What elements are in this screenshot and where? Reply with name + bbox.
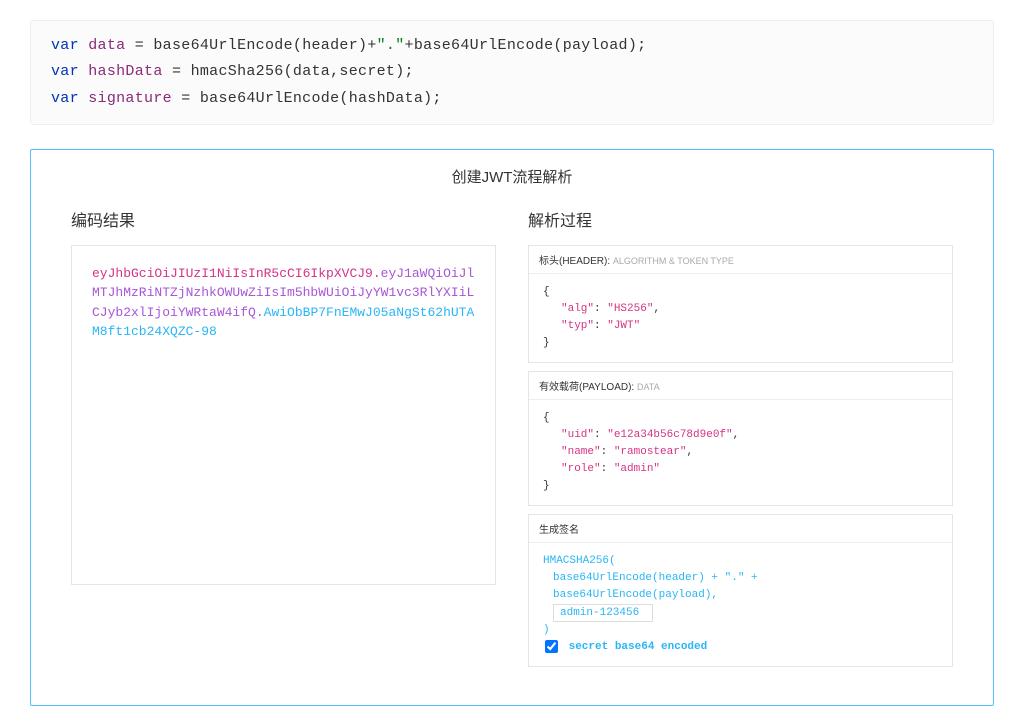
header-panel-title: 标头(HEADER): ALGORITHM & TOKEN TYPE	[529, 246, 952, 274]
left-column: 编码结果 eyJhbGciOiJIUzI1NiIsInR5cCI6IkpXVCJ…	[71, 207, 496, 676]
signature-label: 生成签名	[539, 525, 579, 536]
code-line-3: var signature = base64UrlEncode(hashData…	[51, 86, 973, 112]
arg-hashdata: hashData	[349, 90, 423, 107]
jwt-diagram: 创建JWT流程解析 编码结果 eyJhbGciOiJIUzI1NiIsInR5c…	[30, 149, 994, 707]
signature-panel-title: 生成签名	[529, 515, 952, 543]
ident-data: data	[88, 37, 125, 54]
arg-payload: payload	[563, 37, 628, 54]
encoded-header: eyJhbGciOiJIUzI1NiIsInR5cCI6IkpXVCJ9	[92, 266, 373, 281]
header-label: 标头(HEADER):	[539, 256, 610, 267]
ident-hashdata: hashData	[88, 63, 162, 80]
fn-base64-1: base64UrlEncode	[153, 37, 293, 54]
columns: 编码结果 eyJhbGciOiJIUzI1NiIsInR5cCI6IkpXVCJ…	[71, 207, 953, 676]
fn-hmac: hmacSha256	[191, 63, 284, 80]
diagram-title: 创建JWT流程解析	[71, 166, 953, 187]
str-dot: "."	[377, 37, 405, 54]
keyword-var: var	[51, 90, 79, 107]
header-panel: 标头(HEADER): ALGORITHM & TOKEN TYPE { "al…	[528, 245, 953, 363]
signature-panel-body: HMACSHA256( base64UrlEncode(header) + ".…	[529, 543, 952, 666]
fn-base64-3: base64UrlEncode	[200, 90, 340, 107]
checkbox-label: secret base64 encoded	[569, 641, 708, 653]
arg-secret: secret	[339, 63, 395, 80]
encoded-title: 编码结果	[71, 207, 496, 231]
fn-base64-2: base64UrlEncode	[414, 37, 554, 54]
payload-label: 有效载荷(PAYLOAD):	[539, 382, 634, 393]
encoded-box: eyJhbGciOiJIUzI1NiIsInR5cCI6IkpXVCJ9.eyJ…	[71, 245, 496, 585]
payload-panel: 有效载荷(PAYLOAD): DATA { "uid": "e12a34b56c…	[528, 371, 953, 506]
decoded-title: 解析过程	[528, 207, 953, 231]
code-line-2: var hashData = hmacSha256(data,secret);	[51, 59, 973, 85]
header-sub: ALGORITHM & TOKEN TYPE	[613, 256, 734, 266]
code-block: var data = base64UrlEncode(header)+"."+b…	[30, 20, 994, 125]
sig-close: )	[543, 622, 938, 639]
checkbox-row: secret base64 encoded	[543, 641, 707, 653]
signature-panel: 生成签名 HMACSHA256( base64UrlEncode(header)…	[528, 514, 953, 667]
keyword-var: var	[51, 63, 79, 80]
dot: .	[256, 305, 264, 320]
dot: .	[373, 266, 381, 281]
arg-header: header	[302, 37, 358, 54]
payload-panel-body: { "uid": "e12a34b56c78d9e0f", "name": "r…	[529, 400, 952, 505]
code-line-1: var data = base64UrlEncode(header)+"."+b…	[51, 33, 973, 59]
right-column: 解析过程 标头(HEADER): ALGORITHM & TOKEN TYPE …	[528, 207, 953, 676]
ident-signature: signature	[88, 90, 172, 107]
secret-base64-checkbox[interactable]	[545, 640, 558, 653]
secret-row	[543, 604, 938, 622]
sig-line-1: HMACSHA256(	[543, 553, 938, 570]
arg-data: data	[293, 63, 330, 80]
sig-line-2: base64UrlEncode(header) + "." +	[543, 570, 938, 587]
keyword-var: var	[51, 37, 79, 54]
sig-line-3: base64UrlEncode(payload),	[543, 587, 938, 604]
secret-input[interactable]	[553, 604, 653, 622]
equals: =	[135, 37, 154, 54]
header-panel-body: { "alg": "HS256", "typ": "JWT" }	[529, 274, 952, 362]
payload-sub: DATA	[637, 382, 660, 392]
payload-panel-title: 有效载荷(PAYLOAD): DATA	[529, 372, 952, 400]
